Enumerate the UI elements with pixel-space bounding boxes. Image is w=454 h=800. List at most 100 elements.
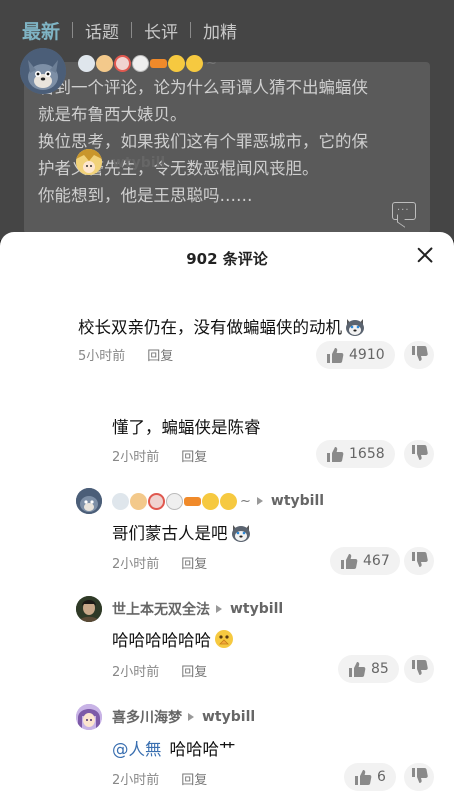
husky-emoji-icon: [231, 525, 250, 542]
comment-text: 哈哈哈艹: [169, 740, 236, 759]
reply-header: ~ wtybill: [112, 491, 324, 511]
username[interactable]: wtybill: [112, 155, 165, 171]
reply-button[interactable]: 回复: [181, 769, 207, 788]
reply-target[interactable]: wtybill: [271, 493, 324, 509]
thumb-up-icon: [327, 447, 344, 462]
reply-body: 懂了，蝙蝠侠是陈睿: [112, 414, 261, 438]
avatar[interactable]: [20, 48, 66, 94]
reply-button[interactable]: 回复: [181, 446, 207, 465]
reply-target[interactable]: wtybill: [202, 709, 255, 725]
post-line: 你能想到，他是王思聪吗……: [38, 186, 253, 205]
comment-body: 校长双亲仍在，没有做蝙蝠侠的动机: [78, 314, 366, 338]
like-count: 4910: [349, 347, 385, 363]
comment-time: 2小时前: [112, 557, 160, 572]
tab-latest[interactable]: 最新: [22, 17, 60, 44]
like-count: 1658: [349, 446, 385, 462]
comment-time: 5小时前: [78, 349, 126, 364]
like-button[interactable]: 4910: [316, 341, 395, 369]
water-gun-emoji-icon: [150, 58, 167, 68]
like-count: 467: [363, 553, 390, 569]
reply-header: 世上本无双全法 wtybill: [112, 599, 283, 619]
clap-emoji-icon: [202, 492, 219, 510]
avatar[interactable]: [76, 149, 102, 175]
skull-crossbones-emoji-icon: [166, 492, 183, 510]
post-line: 就是布鲁西大婊贝。: [38, 105, 187, 124]
reply-header: wtybill: [112, 153, 165, 173]
reply-button[interactable]: 回复: [147, 345, 173, 364]
avatar[interactable]: [76, 596, 102, 622]
reply-arrow-icon: [216, 605, 222, 613]
username-suffix: ~: [240, 493, 251, 509]
close-icon[interactable]: [414, 244, 436, 266]
comment-text: 哈哈哈哈哈哈: [112, 631, 211, 650]
post-tab-bar: 最新 话题 长评 加精: [22, 14, 237, 46]
reply-button[interactable]: 回复: [181, 661, 207, 680]
cat-avatar-icon: [76, 488, 102, 514]
emoji-username[interactable]: [78, 54, 203, 72]
praying-emoji-icon: [215, 630, 233, 648]
skull-crossbones-emoji-icon: [132, 54, 149, 72]
comment-time: 2小时前: [112, 773, 160, 788]
thumb-up-icon: [349, 662, 366, 677]
thumb-down-icon: [412, 346, 428, 361]
username[interactable]: 喜多川海梦: [112, 707, 182, 727]
like-button[interactable]: 6: [344, 763, 396, 791]
wave-emoji-icon: [220, 492, 237, 510]
anime-avatar-icon: [76, 704, 102, 730]
thumb-up-icon: [341, 554, 358, 569]
comment-header: ~: [78, 53, 217, 73]
post-line: 看到一个评论，论为什么哥谭人猜不出蝙蝠侠: [38, 78, 368, 97]
mention-link[interactable]: @人無: [112, 736, 162, 760]
reply-body: 哈哈哈哈哈哈: [112, 627, 235, 651]
tab-long-review[interactable]: 长评: [144, 18, 178, 43]
like-button[interactable]: 1658: [316, 440, 395, 468]
dislike-button[interactable]: [404, 655, 434, 683]
like-button[interactable]: 85: [338, 655, 399, 683]
reply-body: 哥们蒙古人是吧: [112, 520, 252, 544]
comment-time: 2小时前: [112, 450, 160, 465]
like-count: 6: [377, 769, 386, 785]
dislike-button[interactable]: [404, 341, 434, 369]
dislike-button[interactable]: [404, 440, 434, 468]
clown-emoji-icon: [114, 54, 131, 72]
thumb-up-icon: [355, 770, 372, 785]
avatar[interactable]: [76, 488, 102, 514]
bandage-face-emoji-icon: [130, 492, 147, 510]
dislike-button[interactable]: [404, 763, 434, 791]
post-background: 最新 话题 长评 加精 看到一个评论，论为什么哥谭人猜不出蝙蝠侠 就是布鲁西大婊…: [0, 0, 454, 240]
comment-icon[interactable]: ···: [392, 202, 416, 220]
reply-target[interactable]: wtybill: [230, 601, 283, 617]
wave-emoji-icon: [186, 54, 203, 72]
tab-topics[interactable]: 话题: [85, 18, 119, 43]
like-button[interactable]: 467: [330, 547, 400, 575]
portrait-avatar-icon: [76, 596, 102, 622]
cat-avatar-icon: [20, 48, 66, 94]
reply-arrow-icon: [188, 713, 194, 721]
reply-arrow-icon: [256, 497, 263, 505]
reply-meta: 2小时前 回复: [112, 446, 207, 465]
username[interactable]: 世上本无双全法: [112, 599, 210, 619]
tab-divider: [72, 22, 74, 38]
post-card[interactable]: 看到一个评论，论为什么哥谭人猜不出蝙蝠侠 就是布鲁西大婊贝。 换位思考，如果我们…: [24, 62, 430, 234]
thumb-down-icon: [412, 768, 428, 783]
thumb-down-icon: [412, 445, 428, 460]
thumb-down-icon: [412, 660, 428, 675]
comment-text: 懂了，蝙蝠侠是陈睿: [112, 418, 261, 437]
water-gun-emoji-icon: [184, 496, 201, 506]
emoji-username[interactable]: [112, 492, 237, 510]
tab-featured[interactable]: 加精: [203, 18, 237, 43]
dislike-button[interactable]: [404, 547, 434, 575]
anime-avatar-icon: [76, 149, 102, 175]
reply-meta: 2小时前 回复: [112, 769, 207, 788]
husky-emoji-icon: [346, 319, 364, 336]
reply-button[interactable]: 回复: [181, 553, 207, 572]
username-suffix: ~: [206, 55, 217, 71]
comment-text: 校长双亲仍在，没有做蝙蝠侠的动机: [78, 318, 342, 337]
thumb-down-icon: [412, 552, 428, 567]
avatar[interactable]: [76, 704, 102, 730]
comment-text: 哥们蒙古人是吧: [112, 524, 228, 543]
tab-divider: [131, 22, 133, 38]
clown-emoji-icon: [148, 492, 165, 510]
ghost-emoji-icon: [112, 492, 129, 510]
reply-meta: 2小时前 回复: [112, 553, 207, 572]
